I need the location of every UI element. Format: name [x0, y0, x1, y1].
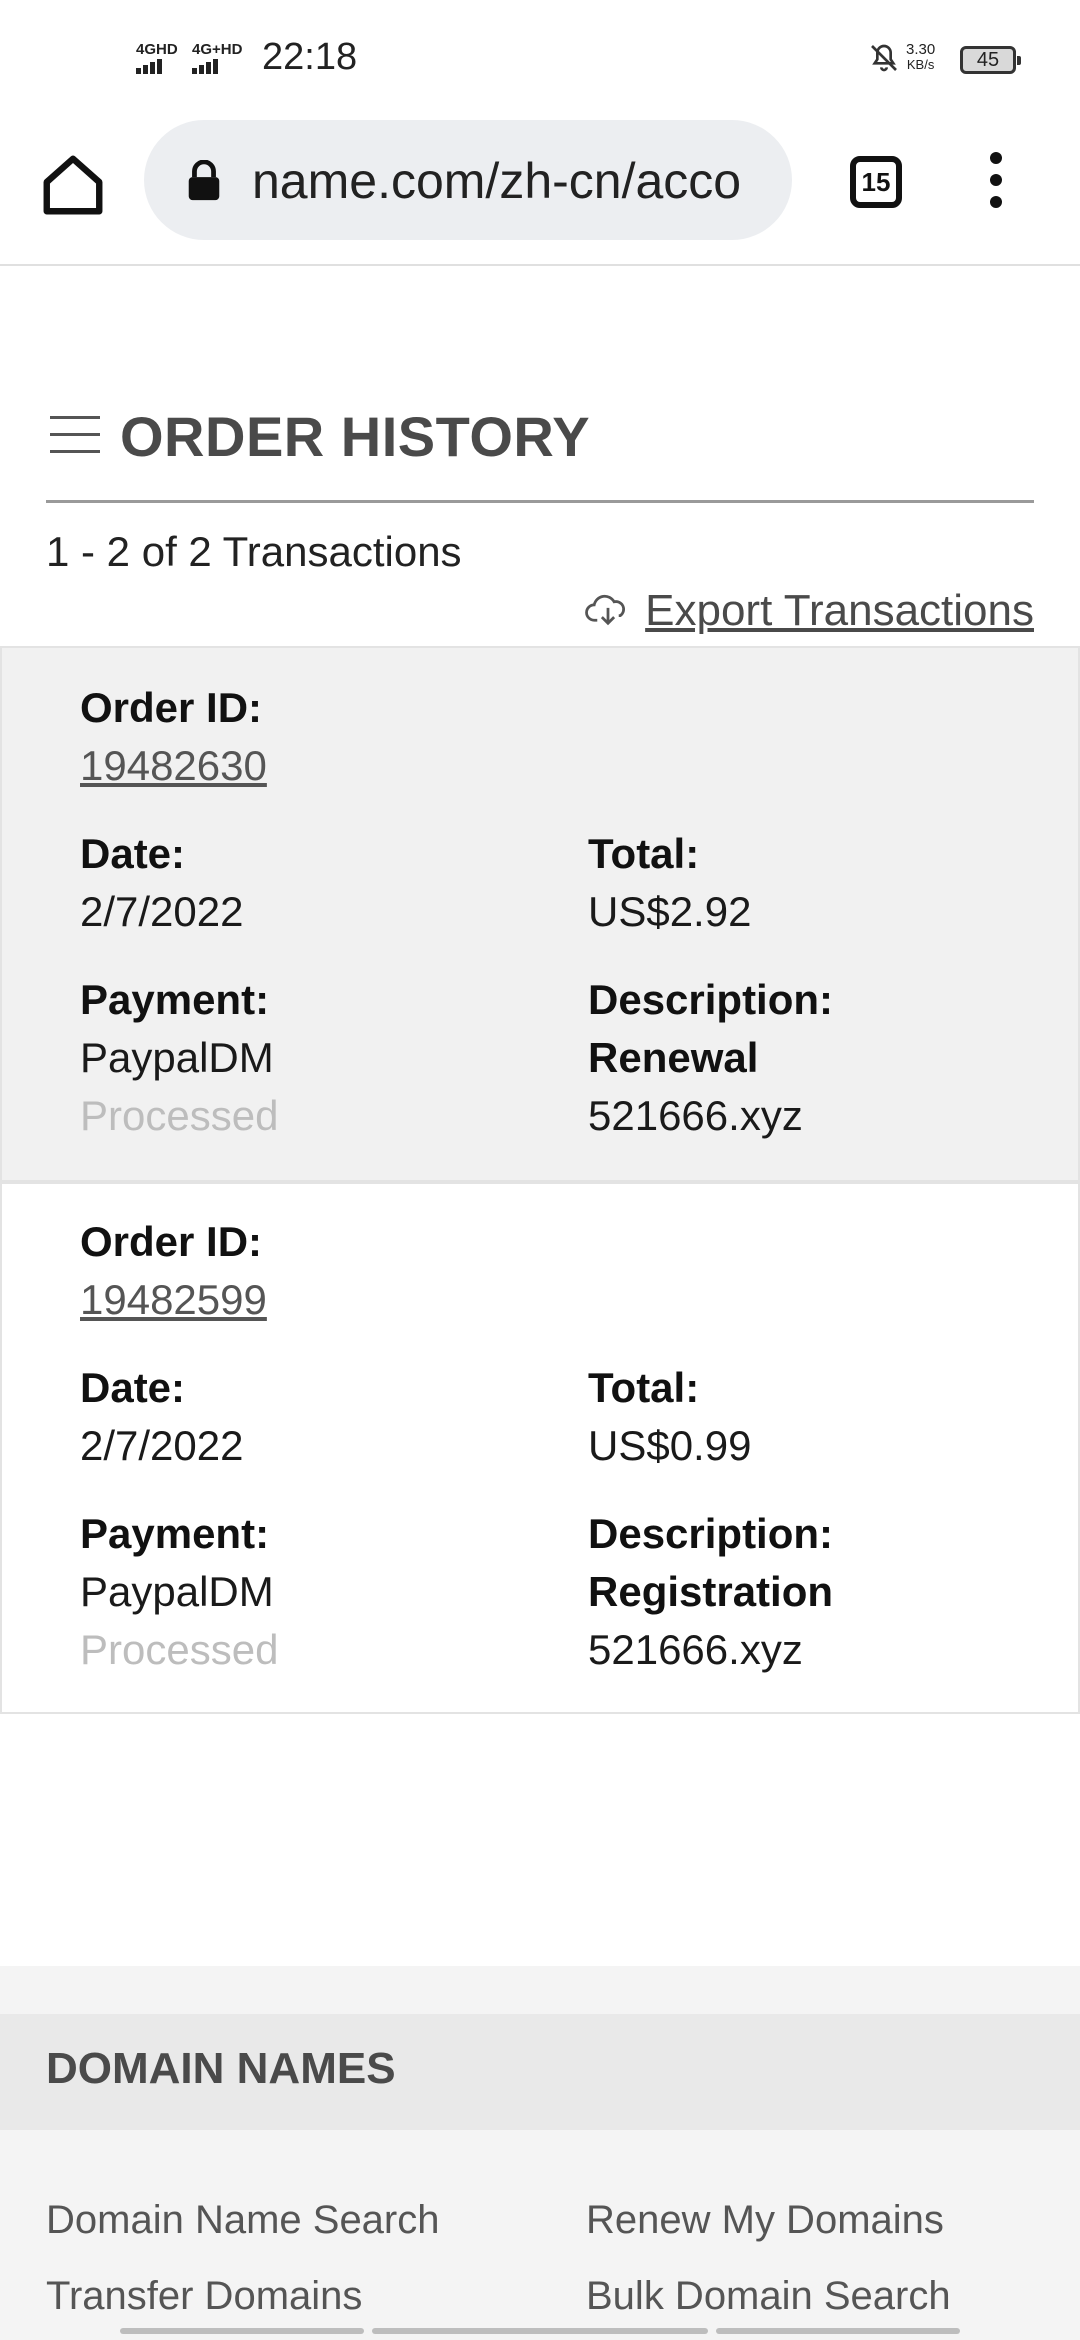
order-id-label: Order ID: [80, 1218, 263, 1265]
signal-indicator-1: 4GHD [136, 42, 178, 74]
bell-off-icon [871, 44, 897, 72]
page-header: ORDER HISTORY [46, 400, 1034, 503]
battery-indicator: 45 [960, 46, 1021, 74]
date-value: 2/7/2022 [80, 888, 244, 935]
footer-title: DOMAIN NAMES [46, 2044, 396, 2093]
order-list: Order ID: 19482630 Date: 2/7/2022 Total:… [0, 646, 1080, 1714]
order-id-link[interactable]: 19482630 [80, 742, 267, 790]
order-card: Order ID: 19482599 Date: 2/7/2022 Total:… [0, 1182, 1080, 1714]
network-type-1: 4GHD [136, 41, 178, 58]
description-label: Description: [588, 976, 834, 1023]
tabs-icon[interactable]: 15 [850, 156, 902, 208]
export-transactions-link[interactable]: Export Transactions [585, 586, 1034, 636]
date-label: Date: [80, 1364, 186, 1411]
total-value: US$2.92 [588, 888, 752, 935]
scroll-indicator [120, 2328, 364, 2334]
payment-value: PaypalDM [80, 1568, 274, 1615]
date-value: 2/7/2022 [80, 1422, 244, 1469]
status-bar: 4GHD 4G+HD 22:18 3.30 KB/s 45 [0, 0, 1080, 110]
browser-toolbar: name.com/zh-cn/acco 15 [0, 110, 1080, 266]
speed-value: 3.30 [906, 41, 936, 58]
order-id-label: Order ID: [80, 684, 263, 731]
description-type: Registration [588, 1568, 834, 1615]
url-text[interactable]: name.com/zh-cn/acco [252, 152, 772, 210]
address-bar[interactable]: name.com/zh-cn/acco [144, 120, 792, 240]
total-label: Total: [588, 1364, 700, 1411]
payment-label: Payment: [80, 1510, 270, 1557]
footer-link-bulk-domain-search[interactable]: Bulk Domain Search [586, 2274, 951, 2319]
order-id-link[interactable]: 19482599 [80, 1276, 267, 1324]
order-card: Order ID: 19482630 Date: 2/7/2022 Total:… [0, 646, 1080, 1182]
description-domain: 521666.xyz [588, 1626, 803, 1673]
description-type: Renewal [588, 1034, 759, 1081]
network-speed: 3.30 KB/s [906, 42, 935, 72]
page-title: ORDER HISTORY [120, 405, 591, 468]
speed-unit: KB/s [906, 57, 935, 72]
scroll-indicator [716, 2328, 960, 2334]
signal-indicator-2: 4G+HD [192, 42, 242, 74]
status-text: Processed [80, 1092, 279, 1139]
footer-link-transfer-domains[interactable]: Transfer Domains [46, 2274, 362, 2319]
cloud-download-icon [585, 594, 626, 626]
status-text: Processed [80, 1626, 279, 1673]
total-label: Total: [588, 830, 700, 877]
transactions-count: 1 - 2 of 2 Transactions [46, 528, 462, 575]
scroll-indicator [372, 2328, 708, 2334]
network-type-2: 4G+HD [192, 41, 243, 58]
home-icon[interactable] [38, 150, 108, 220]
date-label: Date: [80, 830, 186, 877]
export-label[interactable]: Export Transactions [645, 586, 1034, 636]
payment-value: PaypalDM [80, 1034, 274, 1081]
description-domain: 521666.xyz [588, 1092, 803, 1139]
footer-section-header: DOMAIN NAMES [0, 2014, 1080, 2130]
clock: 22:18 [262, 36, 358, 78]
menu-icon[interactable] [50, 416, 100, 456]
footer-link-renew-my-domains[interactable]: Renew My Domains [586, 2198, 944, 2243]
more-vert-icon[interactable] [978, 152, 1014, 212]
footer-link-domain-name-search[interactable]: Domain Name Search [46, 2198, 440, 2243]
lock-icon [188, 160, 220, 201]
site-footer: DOMAIN NAMES Domain Name Search Renew My… [0, 1966, 1080, 2340]
total-value: US$0.99 [588, 1422, 752, 1469]
description-label: Description: [588, 1510, 834, 1557]
payment-label: Payment: [80, 976, 270, 1023]
